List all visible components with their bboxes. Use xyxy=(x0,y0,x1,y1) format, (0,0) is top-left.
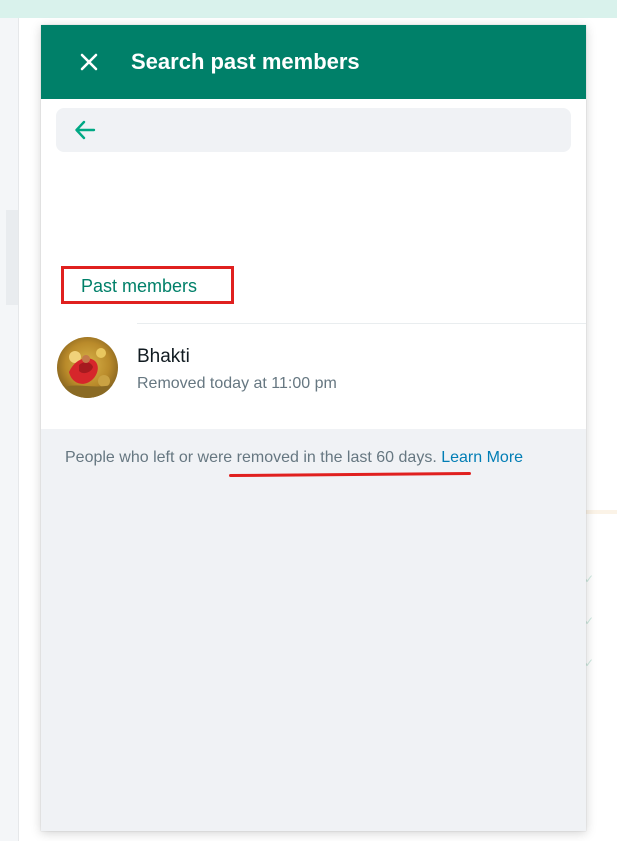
close-icon xyxy=(80,53,98,71)
annotation-box xyxy=(61,266,234,304)
footer-note: People who left or were removed in the l… xyxy=(65,449,575,467)
app-top-bar xyxy=(0,0,617,18)
search-bar xyxy=(56,108,571,152)
avatar xyxy=(57,337,118,398)
dialog-header: Search past members xyxy=(41,25,586,99)
dialog-body: Past members Bhakti Removed today at 11:… xyxy=(41,99,586,478)
annotation-underline xyxy=(228,471,472,478)
close-button[interactable] xyxy=(76,49,102,75)
divider xyxy=(137,323,586,324)
member-status: Removed today at 11:00 pm xyxy=(137,375,337,392)
search-past-members-dialog: Search past members Past members Bhakti … xyxy=(41,25,586,831)
background-strip xyxy=(6,210,18,305)
back-button[interactable] xyxy=(73,118,97,142)
list-item[interactable]: Bhakti Removed today at 11:00 pm xyxy=(41,331,586,401)
footer-text: People who left or were removed in the l… xyxy=(65,449,437,466)
arrow-left-icon xyxy=(75,120,96,140)
member-name: Bhakti xyxy=(137,346,190,367)
dialog-title: Search past members xyxy=(131,49,360,74)
background-row xyxy=(586,510,617,514)
learn-more-link[interactable]: Learn More xyxy=(441,449,523,466)
search-input[interactable] xyxy=(109,109,571,151)
